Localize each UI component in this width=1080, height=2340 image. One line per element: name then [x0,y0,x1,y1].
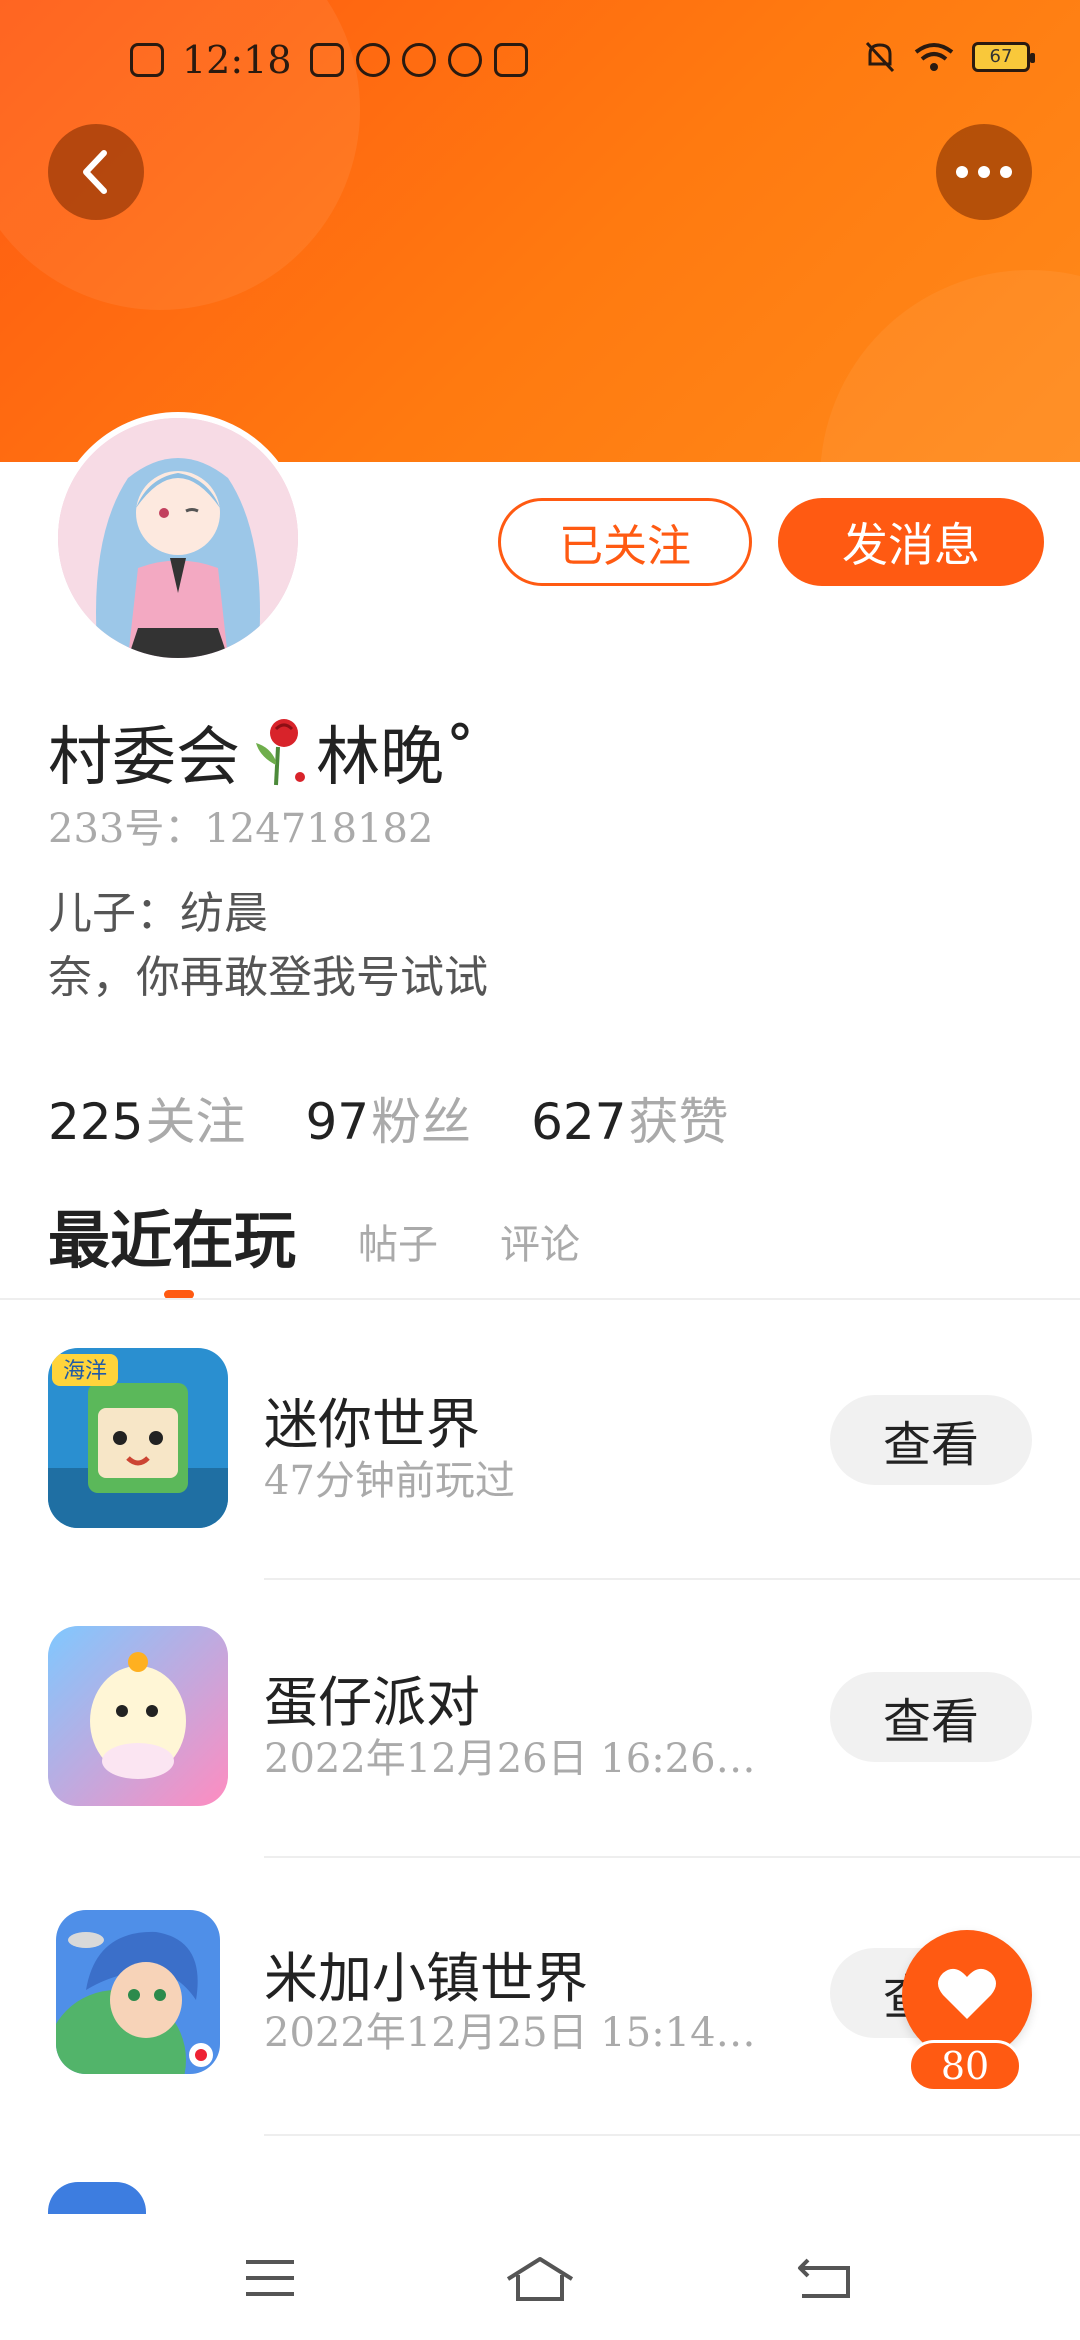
fans-label: 粉丝 [371,1093,472,1151]
bio-line: 儿子：纺晨 [48,888,268,939]
following-count: 225 [48,1093,144,1151]
avatar[interactable] [52,412,304,664]
app-icon [493,43,528,77]
back-nav-button[interactable] [784,2238,864,2318]
fans-stat[interactable]: 97粉丝 [305,1082,471,1154]
sim-icon [130,43,164,77]
back-arrow-icon [83,150,107,194]
mute-bell-icon [865,41,895,73]
following-stat[interactable]: 225关注 [48,1082,245,1154]
likes-count: 627 [531,1093,627,1151]
bio-line: 奈，你再敢登我号试试 [48,952,488,1003]
likes-stat: 627获赞 [531,1082,728,1154]
game-last-played: 2022年12月26日 16:26… [264,1736,756,1782]
view-button[interactable]: 查看 [830,1672,1032,1762]
profile-tabs: 最近在玩 帖子 评论 [48,1190,580,1280]
system-nav-bar [0,2214,1080,2340]
following-label: 关注 [145,1093,246,1151]
heart-icon [938,1968,996,2019]
tab-comments[interactable]: 评论 [500,1212,580,1280]
battery-icon: 67 [972,42,1035,72]
game-icon-miga-town [56,1910,220,2074]
tab-recently-played[interactable]: 最近在玩 [48,1190,296,1280]
game-icon-badge: 海洋 [63,1359,107,1384]
like-count-badge: 80 [908,2040,1022,2092]
list-item[interactable]: 海洋 迷你世界 47分钟前玩过 查看 [0,1300,1080,1580]
user-nickname: 村委会 林晚˚ [48,706,476,798]
tab-posts[interactable]: 帖子 [358,1212,438,1280]
rose-emoji-icon [256,719,305,786]
status-bar: 12:18 67 [0,30,1080,90]
status-time: 12:18 [182,38,292,82]
home-nav-button[interactable] [500,2238,580,2318]
profile-stats: 225关注 97粉丝 627获赞 [48,1082,729,1154]
followed-button[interactable]: 已关注 [498,498,752,586]
home-icon [506,2257,574,2301]
menu-icon [246,2260,294,2296]
back-button[interactable] [48,124,144,220]
wechat-icon [355,43,390,77]
return-icon [798,2258,850,2298]
nickname-text: 林晚˚ [316,721,476,795]
header-decoration [820,270,1080,462]
game-last-played: 2022年12月25日 15:14… [264,2010,756,2056]
more-dots-icon [956,166,1012,178]
divider [264,2134,1080,2136]
speed-icon [447,43,482,77]
user-bio: 儿子：纺晨 奈，你再敢登我号试试 [48,882,488,1010]
game-last-played: 47分钟前玩过 [264,1458,515,1504]
nickname-text: 村委会 [48,721,240,795]
more-button[interactable] [936,124,1032,220]
likes-label: 获赞 [628,1093,729,1151]
game-icon-eggy-party [48,1626,228,1806]
menu-nav-button[interactable] [230,2238,310,2318]
user-id: 233号：124718182 [48,806,434,852]
weibo-icon [401,43,436,77]
game-icon-partial [48,2182,146,2214]
send-message-button[interactable]: 发消息 [778,498,1044,586]
list-item[interactable]: 蛋仔派对 2022年12月26日 16:26… 查看 [0,1580,1080,1860]
game-icon-mini-world: 海洋 [48,1348,228,1528]
wifi-icon [914,43,954,71]
profile-header: 12:18 67 [0,0,1080,462]
view-button[interactable]: 查看 [830,1395,1032,1485]
fans-count: 97 [305,1093,370,1151]
app-notification-icon [309,43,344,77]
avatar-image [58,418,298,658]
